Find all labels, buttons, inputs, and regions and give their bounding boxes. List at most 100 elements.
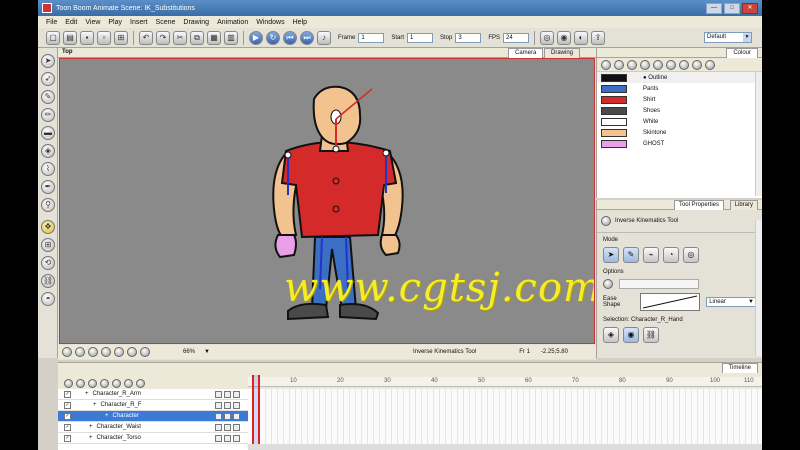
import-icon[interactable]: ⊞: [114, 30, 128, 45]
reset-view-icon[interactable]: [62, 347, 72, 357]
undo-icon[interactable]: ↶: [139, 30, 153, 45]
add-layer-icon[interactable]: [64, 378, 73, 388]
tab-camera[interactable]: Camera: [508, 48, 544, 58]
add-peg-icon[interactable]: [88, 378, 97, 388]
paste-icon[interactable]: ▦: [207, 30, 221, 45]
sound-icon[interactable]: ♪: [317, 30, 331, 45]
expand-icon[interactable]: +: [93, 402, 97, 408]
keyframe-icon[interactable]: [112, 378, 121, 388]
timeline-scrollbar[interactable]: [248, 444, 762, 450]
rotate-tool-icon[interactable]: ⟲: [41, 256, 55, 270]
stop-field[interactable]: 3: [455, 32, 482, 43]
layer-lock-icon[interactable]: [215, 434, 222, 442]
zoom-tool-icon[interactable]: ⚲: [41, 198, 55, 212]
dropper-tool-icon[interactable]: ⌇: [41, 162, 55, 176]
layer-lock-icon[interactable]: [215, 412, 222, 420]
menu-insert[interactable]: Insert: [126, 19, 152, 26]
layer-row[interactable]: ✓ + Character_Waist: [58, 422, 248, 433]
menu-windows[interactable]: Windows: [252, 19, 288, 26]
layer-visibility-checkbox[interactable]: ✓: [64, 412, 71, 420]
menu-file[interactable]: File: [42, 19, 61, 26]
fps-field[interactable]: 24: [503, 32, 530, 43]
copy-icon[interactable]: ⧉: [190, 30, 204, 45]
safe-area-icon[interactable]: [114, 347, 124, 357]
ik-joint[interactable]: [284, 151, 292, 159]
layer-row[interactable]: ✓ + Character_R_F: [58, 400, 248, 411]
swatch-row-ghost[interactable]: GHOST: [597, 138, 762, 149]
colour-picker-icon[interactable]: [666, 59, 676, 70]
menu-play[interactable]: Play: [104, 19, 126, 26]
drawing-canvas[interactable]: www.cgtsj.com: [59, 58, 595, 344]
colour-scrollbar[interactable]: [755, 72, 762, 196]
ease-shape-select[interactable]: Linear ▼: [706, 297, 756, 307]
layer-lock-icon[interactable]: [215, 423, 222, 431]
tab-colour[interactable]: Colour: [726, 48, 758, 58]
layer-display-icon[interactable]: [224, 423, 231, 431]
tab-timeline[interactable]: Timeline: [721, 363, 758, 373]
ink-tool-icon[interactable]: ✒: [41, 180, 55, 194]
select-parent-icon[interactable]: ◈: [603, 327, 619, 343]
zoom-level[interactable]: 66%: [183, 349, 195, 355]
play-icon[interactable]: ▶: [249, 30, 263, 45]
brush-tool-icon[interactable]: ✎: [41, 90, 55, 104]
menu-help[interactable]: Help: [289, 19, 311, 26]
ik-manipulate-icon[interactable]: ➤: [603, 247, 619, 263]
eraser-tool-icon[interactable]: ▬: [41, 126, 55, 140]
frame-field[interactable]: 1: [358, 32, 385, 43]
expand-icon[interactable]: +: [89, 435, 93, 441]
layer-colour-icon[interactable]: [233, 390, 240, 398]
frame-ruler[interactable]: 10 20 30 40 50 60 70 80 90 100 110: [248, 377, 762, 387]
grid-toggle-icon[interactable]: [127, 347, 137, 357]
timeline-cells[interactable]: [248, 389, 762, 450]
preview-icon[interactable]: ◐: [574, 30, 589, 45]
layer-visibility-checkbox[interactable]: ✓: [64, 401, 71, 409]
onion-toggle-icon[interactable]: [140, 347, 150, 357]
layer-row[interactable]: ✓ + Character: [58, 411, 248, 422]
tab-tool-properties[interactable]: Tool Properties: [673, 200, 724, 210]
contour-editor-icon[interactable]: ➶: [41, 72, 55, 86]
paint-bucket-icon[interactable]: ◈: [41, 144, 55, 158]
layer-colour-icon[interactable]: [233, 423, 240, 431]
swatch-row-skintone[interactable]: Skintone: [597, 127, 762, 138]
save-icon[interactable]: ▪: [80, 30, 94, 45]
select-child-icon[interactable]: ◉: [623, 327, 639, 343]
redo-icon[interactable]: ↷: [156, 30, 170, 45]
reset-rotation-icon[interactable]: [75, 347, 85, 357]
expand-icon[interactable]: +: [85, 391, 89, 397]
select-chain-icon[interactable]: ⛓: [643, 327, 659, 343]
layer-display-icon[interactable]: [224, 390, 231, 398]
layer-props-icon[interactable]: [100, 378, 109, 388]
export-icon[interactable]: ⇪: [591, 30, 606, 45]
playhead[interactable]: [252, 375, 260, 450]
tool-properties-scrollbar[interactable]: [755, 220, 762, 356]
ik-joint[interactable]: [332, 205, 340, 213]
ik-pin-icon[interactable]: ✎: [623, 247, 639, 263]
ik-angle-icon[interactable]: ◔: [663, 247, 679, 263]
layer-visibility-checkbox[interactable]: ✓: [64, 434, 71, 442]
minimize-button[interactable]: —: [706, 2, 722, 14]
layer-colour-icon[interactable]: [233, 401, 240, 409]
grid-tool-icon[interactable]: ⊞: [41, 238, 55, 252]
tint-icon[interactable]: [679, 59, 689, 70]
zoom-timeline-icon[interactable]: [136, 378, 145, 388]
menu-animation[interactable]: Animation: [213, 19, 252, 26]
list-view-icon[interactable]: [692, 59, 702, 70]
layer-display-icon[interactable]: [224, 412, 231, 420]
options-field[interactable]: [619, 279, 699, 289]
layer-row[interactable]: ✓ + Character_R_Arm: [58, 389, 248, 400]
ik-reset-icon[interactable]: ◎: [683, 247, 699, 263]
menu-scene[interactable]: Scene: [152, 19, 180, 26]
layer-lock-icon[interactable]: [215, 401, 222, 409]
last-frame-icon[interactable]: ⏭: [300, 30, 314, 45]
remove-colour-icon[interactable]: [614, 59, 624, 70]
layer-display-icon[interactable]: [224, 401, 231, 409]
ik-constraint-icon[interactable]: ⌁: [643, 247, 659, 263]
pencil-tool-icon[interactable]: ✏: [41, 108, 55, 122]
open-scene-icon[interactable]: ▤: [63, 30, 77, 45]
swatch-row-shirt[interactable]: Shirt: [597, 94, 762, 105]
toggle-display-icon[interactable]: [101, 347, 111, 357]
reset-zoom-icon[interactable]: [88, 347, 98, 357]
swatch-mode-icon[interactable]: [640, 59, 650, 70]
save-as-icon[interactable]: ▫: [97, 30, 111, 45]
layer-display-icon[interactable]: [224, 434, 231, 442]
